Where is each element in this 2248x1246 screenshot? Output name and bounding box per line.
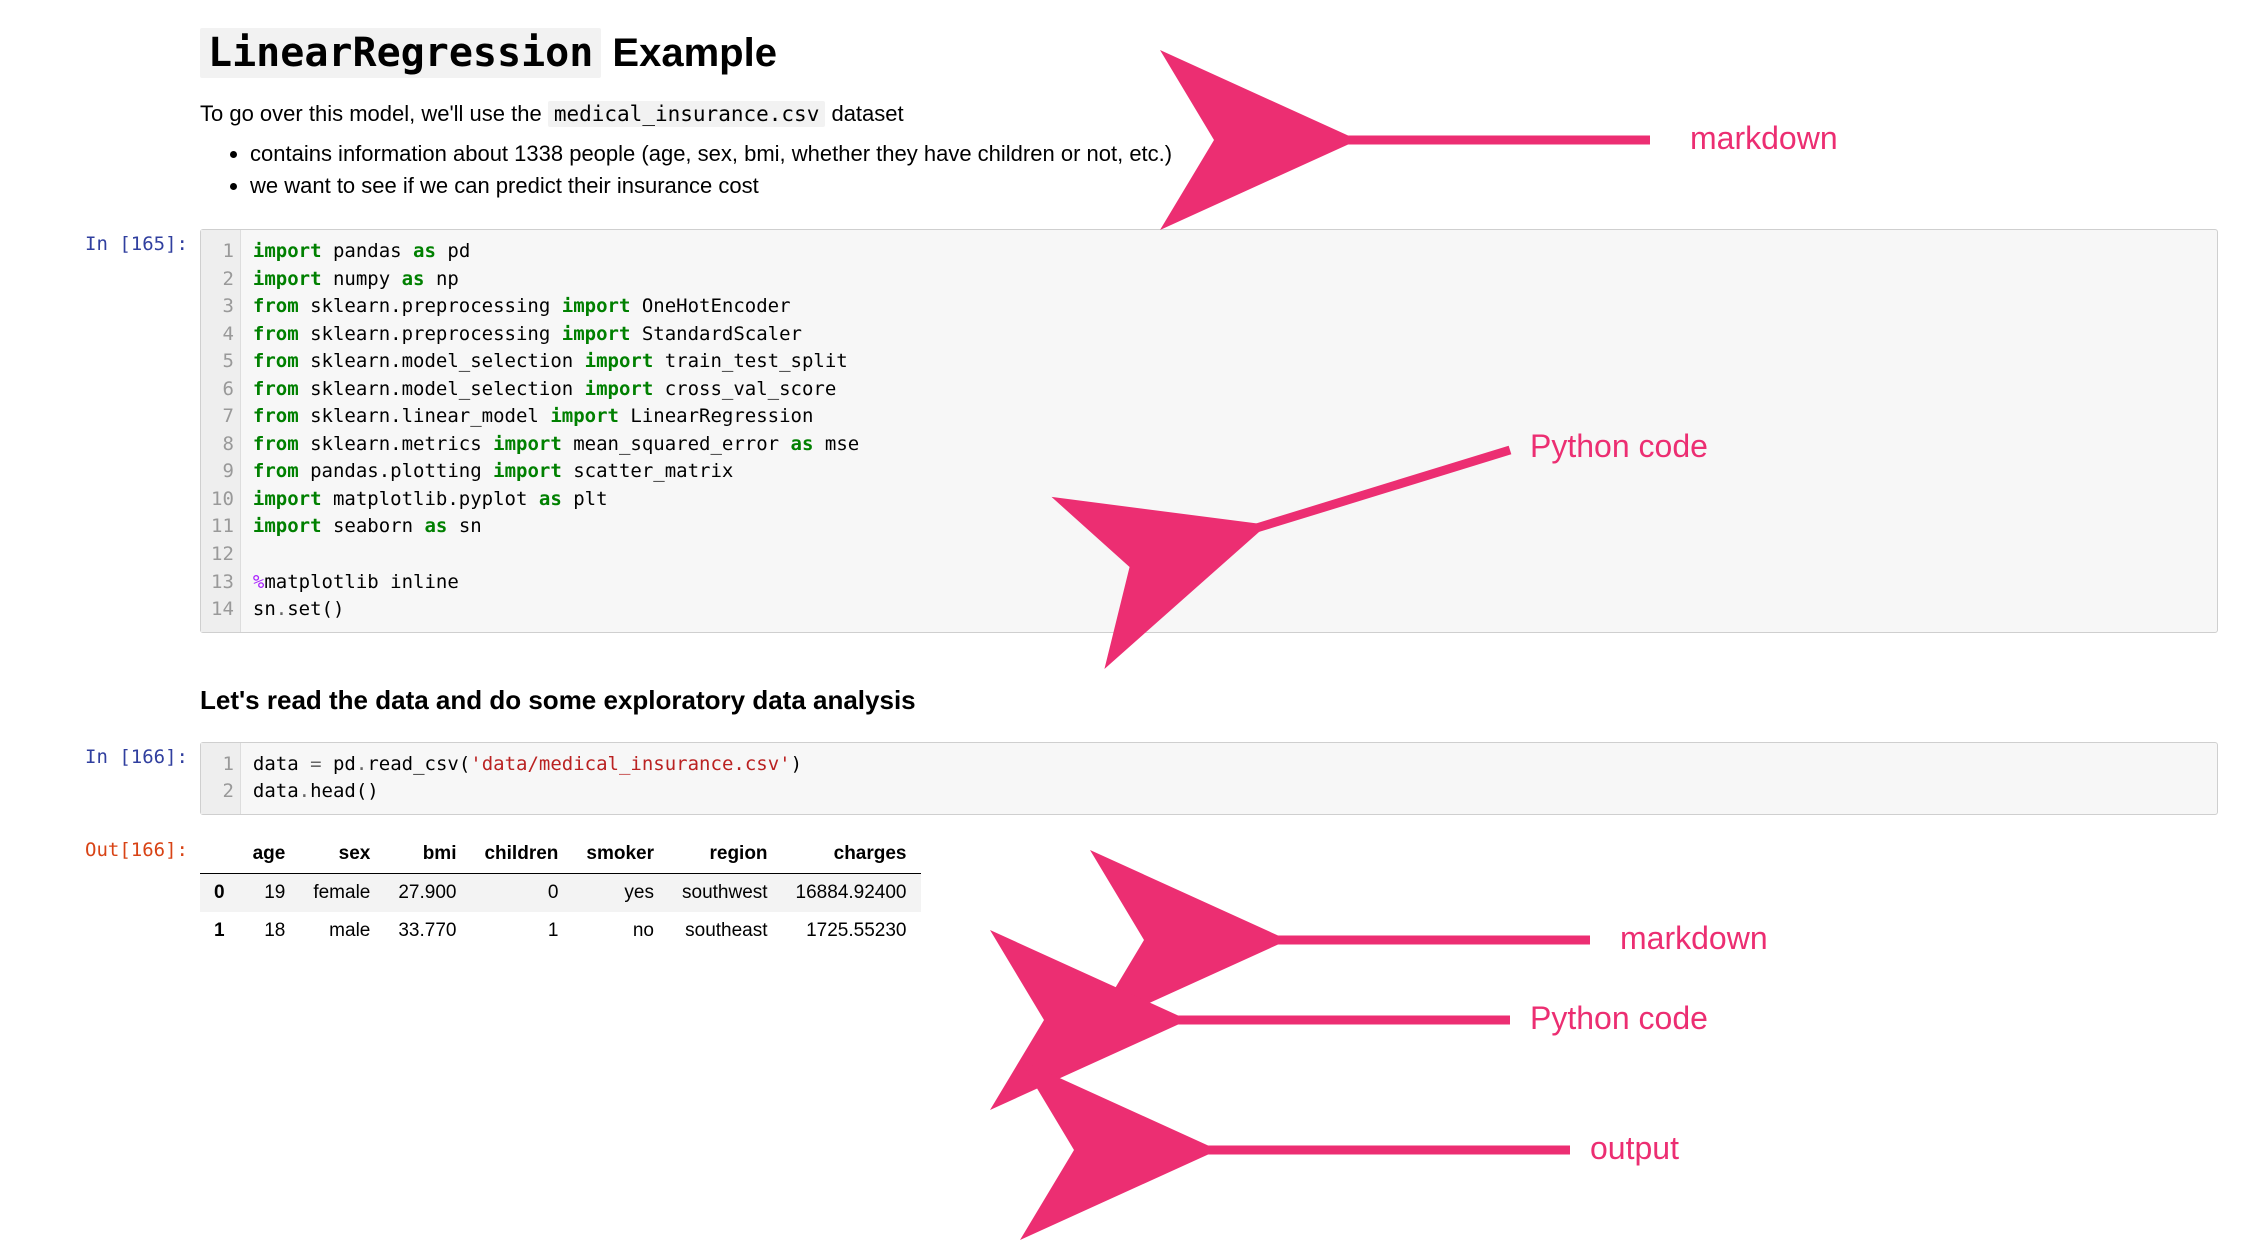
- code-lines[interactable]: import pandas as pdimport numpy as npfro…: [241, 230, 2217, 632]
- annotation-python-code: Python code: [1530, 1000, 1708, 1037]
- row-index: 1: [200, 912, 239, 950]
- code-line: from sklearn.linear_model import LinearR…: [253, 403, 2205, 431]
- code-cell[interactable]: In [166]: 1 2 data = pd.read_csv('data/m…: [30, 738, 2218, 823]
- code-line: data = pd.read_csv('data/medical_insuran…: [253, 751, 2205, 779]
- prompt-empty: [30, 20, 200, 217]
- code-line: import numpy as np: [253, 266, 2205, 294]
- list-item: contains information about 1338 people (…: [250, 141, 2218, 167]
- table-header: region: [668, 835, 782, 874]
- annotation-markdown: markdown: [1690, 120, 1838, 157]
- annotation-python-code: Python code: [1530, 428, 1708, 465]
- table-header: age: [239, 835, 300, 874]
- intro-text: To go over this model, we'll use the med…: [200, 101, 2218, 127]
- table-row: 118male33.7701nosoutheast1725.55230: [200, 912, 921, 950]
- intro-prefix: To go over this model, we'll use the: [200, 101, 548, 126]
- subheading: Let's read the data and do some explorat…: [200, 685, 2218, 716]
- annotation-markdown: markdown: [1620, 920, 1768, 957]
- table-header: [200, 835, 239, 874]
- markdown-body: LinearRegression Example To go over this…: [200, 20, 2218, 217]
- intro-code: medical_insurance.csv: [548, 101, 826, 127]
- table-cell: 16884.92400: [782, 873, 921, 912]
- code-line: from pandas.plotting import scatter_matr…: [253, 458, 2205, 486]
- input-prompt: In [165]:: [30, 225, 200, 657]
- dataframe-table: agesexbmichildrensmokerregioncharges 019…: [200, 835, 921, 950]
- table-header: smoker: [572, 835, 668, 874]
- output-cell: Out[166]: agesexbmichildrensmokerregionc…: [30, 831, 2218, 950]
- table-cell: 18: [239, 912, 300, 950]
- code-line: data.head(): [253, 778, 2205, 806]
- table-header: charges: [782, 835, 921, 874]
- title-code: LinearRegression: [200, 28, 601, 78]
- code-line: from sklearn.preprocessing import Standa…: [253, 321, 2205, 349]
- row-index: 0: [200, 873, 239, 912]
- code-line: from sklearn.model_selection import trai…: [253, 348, 2205, 376]
- input-prompt: In [166]:: [30, 738, 200, 823]
- table-cell: 33.770: [384, 912, 470, 950]
- page-title: LinearRegression Example: [200, 30, 2218, 76]
- code-block[interactable]: 1 2 data = pd.read_csv('data/medical_ins…: [200, 742, 2218, 815]
- title-rest: Example: [601, 31, 777, 75]
- table-cell: 0: [470, 873, 572, 912]
- code-line: sn.set(): [253, 596, 2205, 624]
- annotation-output: output: [1590, 1130, 1679, 1167]
- bullet-list: contains information about 1338 people (…: [200, 141, 2218, 199]
- output-prompt: Out[166]:: [30, 831, 200, 950]
- table-cell: female: [299, 873, 384, 912]
- table-cell: southeast: [668, 912, 782, 950]
- line-gutter: 1 2 3 4 5 6 7 8 9 10 11 12 13 14: [201, 230, 241, 632]
- table-header-row: agesexbmichildrensmokerregioncharges: [200, 835, 921, 874]
- code-block[interactable]: 1 2 3 4 5 6 7 8 9 10 11 12 13 14 import …: [200, 229, 2218, 633]
- code-line: import matplotlib.pyplot as plt: [253, 486, 2205, 514]
- code-line: from sklearn.preprocessing import OneHot…: [253, 293, 2205, 321]
- code-line: import pandas as pd: [253, 238, 2205, 266]
- cell-body: 1 2 data = pd.read_csv('data/medical_ins…: [200, 738, 2218, 823]
- table-row: 019female27.9000yessouthwest16884.92400: [200, 873, 921, 912]
- code-cell[interactable]: In [165]: 1 2 3 4 5 6 7 8 9 10 11 12 13 …: [30, 225, 2218, 657]
- markdown-cell[interactable]: Let's read the data and do some explorat…: [30, 665, 2218, 730]
- markdown-body: Let's read the data and do some explorat…: [200, 665, 2218, 730]
- prompt-empty: [30, 665, 200, 730]
- table-cell: 27.900: [384, 873, 470, 912]
- output-body: agesexbmichildrensmokerregioncharges 019…: [200, 831, 2218, 950]
- code-line: [253, 541, 2205, 569]
- table-header: children: [470, 835, 572, 874]
- table-header: sex: [299, 835, 384, 874]
- notebook: LinearRegression Example To go over this…: [30, 20, 2218, 950]
- cell-body: 1 2 3 4 5 6 7 8 9 10 11 12 13 14 import …: [200, 225, 2218, 657]
- table-cell: no: [572, 912, 668, 950]
- code-line: from sklearn.metrics import mean_squared…: [253, 431, 2205, 459]
- table-cell: yes: [572, 873, 668, 912]
- table-cell: male: [299, 912, 384, 950]
- list-item: we want to see if we can predict their i…: [250, 173, 2218, 199]
- table-cell: 1725.55230: [782, 912, 921, 950]
- table-cell: southwest: [668, 873, 782, 912]
- code-line: %matplotlib inline: [253, 569, 2205, 597]
- code-line: import seaborn as sn: [253, 513, 2205, 541]
- table-header: bmi: [384, 835, 470, 874]
- line-gutter: 1 2: [201, 743, 241, 814]
- markdown-cell[interactable]: LinearRegression Example To go over this…: [30, 20, 2218, 217]
- code-line: from sklearn.model_selection import cros…: [253, 376, 2205, 404]
- intro-suffix: dataset: [825, 101, 903, 126]
- table-cell: 19: [239, 873, 300, 912]
- table-cell: 1: [470, 912, 572, 950]
- code-lines[interactable]: data = pd.read_csv('data/medical_insuran…: [241, 743, 2217, 814]
